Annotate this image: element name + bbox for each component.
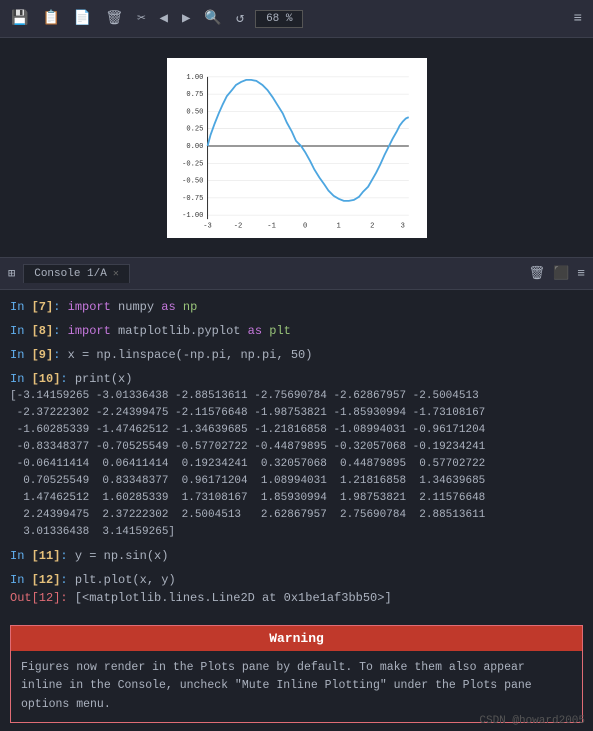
refresh-icon[interactable]: ↺ [233,7,247,30]
svg-text:-2: -2 [233,222,242,230]
svg-text:0.00: 0.00 [186,143,203,151]
line-12: In [12]: plt.plot(x, y) [10,571,583,589]
tab-close-icon[interactable]: ✕ [113,268,119,280]
menu-icon[interactable]: ≡ [571,8,585,30]
console-tab[interactable]: Console 1/A ✕ [23,264,130,283]
zoom-input[interactable]: 68 % [255,10,303,28]
copy-icon[interactable]: 📋 [39,7,62,30]
save-icon[interactable]: 💾 [8,7,31,30]
cut-icon[interactable]: ✂ [134,7,148,30]
sine-plot: 1.00 0.75 0.50 0.25 0.00 -0.25 -0.50 -0.… [175,66,419,230]
out-12: Out[12]: [<matplotlib.lines.Line2D at 0x… [10,589,583,607]
svg-text:0.50: 0.50 [186,108,203,116]
svg-text:0.75: 0.75 [186,91,203,99]
arrow-right-icon[interactable]: ▶ [179,7,193,30]
clipboard-icon[interactable]: 📄 [71,7,94,30]
line-9: In [9]: x = np.linspace(-np.pi, np.pi, 5… [10,346,583,364]
trash-console-icon[interactable]: 🗑 [528,266,545,281]
output-10: [-3.14159265 -3.01336438 -2.88513611 -2.… [10,388,583,541]
svg-text:-0.75: -0.75 [182,194,203,202]
warning-body: Figures now render in the Plots pane by … [11,651,582,722]
svg-text:2: 2 [370,222,374,230]
warning-box: Warning Figures now render in the Plots … [10,625,583,723]
line-11: In [11]: y = np.sin(x) [10,547,583,565]
toolbar: 💾 📋 📄 🗑 ✂ ◀ ▶ 🔍 ↺ 68 % ≡ [0,0,593,38]
svg-text:-0.25: -0.25 [182,160,203,168]
console-tab-icon: ⊞ [8,266,15,281]
arrow-left-icon[interactable]: ◀ [157,7,171,30]
svg-text:1: 1 [336,222,340,230]
svg-text:-1: -1 [267,222,276,230]
line-8: In [8]: import matplotlib.pyplot as plt [10,322,583,340]
svg-text:-3: -3 [203,222,212,230]
console-tab-label: Console 1/A [34,268,107,280]
search-icon[interactable]: 🔍 [201,7,224,30]
console-tabbar: ⊞ Console 1/A ✕ 🗑 ⬛ ≡ [0,258,593,290]
stop-icon[interactable]: ⬛ [553,266,569,281]
watermark: CSDN @howard2005 [479,715,585,727]
svg-text:1.00: 1.00 [186,73,203,81]
svg-text:-1.00: -1.00 [182,212,203,220]
plot-area: 1.00 0.75 0.50 0.25 0.00 -0.25 -0.50 -0.… [0,38,593,258]
console-menu-icon[interactable]: ≡ [577,266,585,281]
plot-container: 1.00 0.75 0.50 0.25 0.00 -0.25 -0.50 -0.… [167,58,427,238]
warning-header: Warning [11,626,582,651]
svg-text:-0.50: -0.50 [182,177,203,185]
line-10: In [10]: print(x) [10,370,583,388]
svg-text:0.25: 0.25 [186,125,203,133]
svg-text:3: 3 [400,222,404,230]
console-content[interactable]: In [7]: import numpy as np In [8]: impor… [0,290,593,617]
line-7: In [7]: import numpy as np [10,298,583,316]
svg-text:0: 0 [302,222,306,230]
console-area: ⊞ Console 1/A ✕ 🗑 ⬛ ≡ In [7]: import num… [0,258,593,731]
console-tabbar-actions: 🗑 ⬛ ≡ [528,266,585,281]
trash-icon[interactable]: 🗑 [102,7,126,30]
